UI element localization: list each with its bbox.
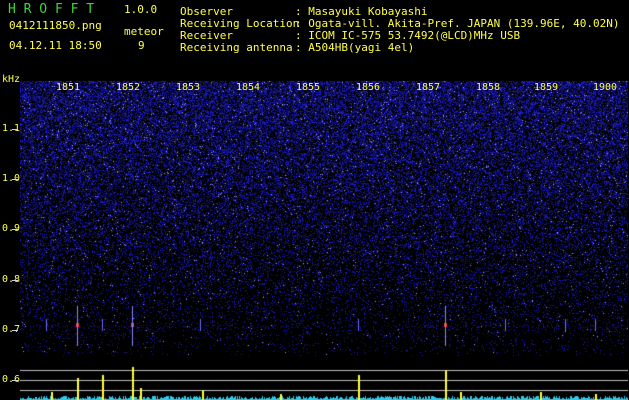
y-tick — [12, 129, 18, 130]
y-tick — [12, 229, 18, 230]
datetime-label: 04.12.11 18:50 — [9, 39, 102, 52]
filename-label: 0412111850.png — [9, 19, 102, 32]
x-tick-label: 1853 — [176, 82, 201, 93]
x-tick-label: 1856 — [356, 82, 381, 93]
spectrogram-window: { "header": { "app_title": "H R O F F T"… — [0, 0, 629, 400]
y-unit-label: kHz — [2, 74, 21, 85]
y-tick — [12, 330, 18, 331]
spectrogram-plot — [20, 81, 628, 400]
meteor-label: meteor — [124, 25, 164, 38]
y-tick — [12, 179, 18, 180]
info-key: Receiving Location — [180, 17, 300, 30]
version-label: 1.0.0 — [124, 3, 158, 16]
x-tick-label: 1855 — [296, 82, 321, 93]
info-location: Receiving Location: Ogata-vill. Akita-Pr… — [180, 18, 620, 29]
x-tick-label: 1857 — [416, 82, 441, 93]
x-tick-label: 1859 — [534, 82, 559, 93]
info-observer: Observer: Masayuki Kobayashi — [180, 6, 427, 17]
meteor-count: 9 — [138, 39, 145, 52]
y-tick — [12, 280, 18, 281]
info-key: Observer — [180, 5, 233, 18]
x-tick-label: 1851 — [56, 82, 81, 93]
x-tick-label: 1900 — [593, 82, 618, 93]
app-title: H R O F F T — [8, 2, 95, 17]
info-antenna: Receiving antenna: A504HB(yagi 4el) — [180, 42, 414, 53]
info-key: Receiving antenna — [180, 41, 293, 54]
x-tick-label: 1858 — [476, 82, 501, 93]
info-receiver: Receiver: ICOM IC-575 53.7492(@LCD)MHz U… — [180, 30, 520, 41]
x-tick-label: 1854 — [236, 82, 261, 93]
info-key: Receiver — [180, 29, 233, 42]
x-tick-label: 1852 — [116, 82, 141, 93]
info-value: : A504HB(yagi 4el) — [295, 41, 415, 54]
y-tick — [12, 380, 18, 381]
